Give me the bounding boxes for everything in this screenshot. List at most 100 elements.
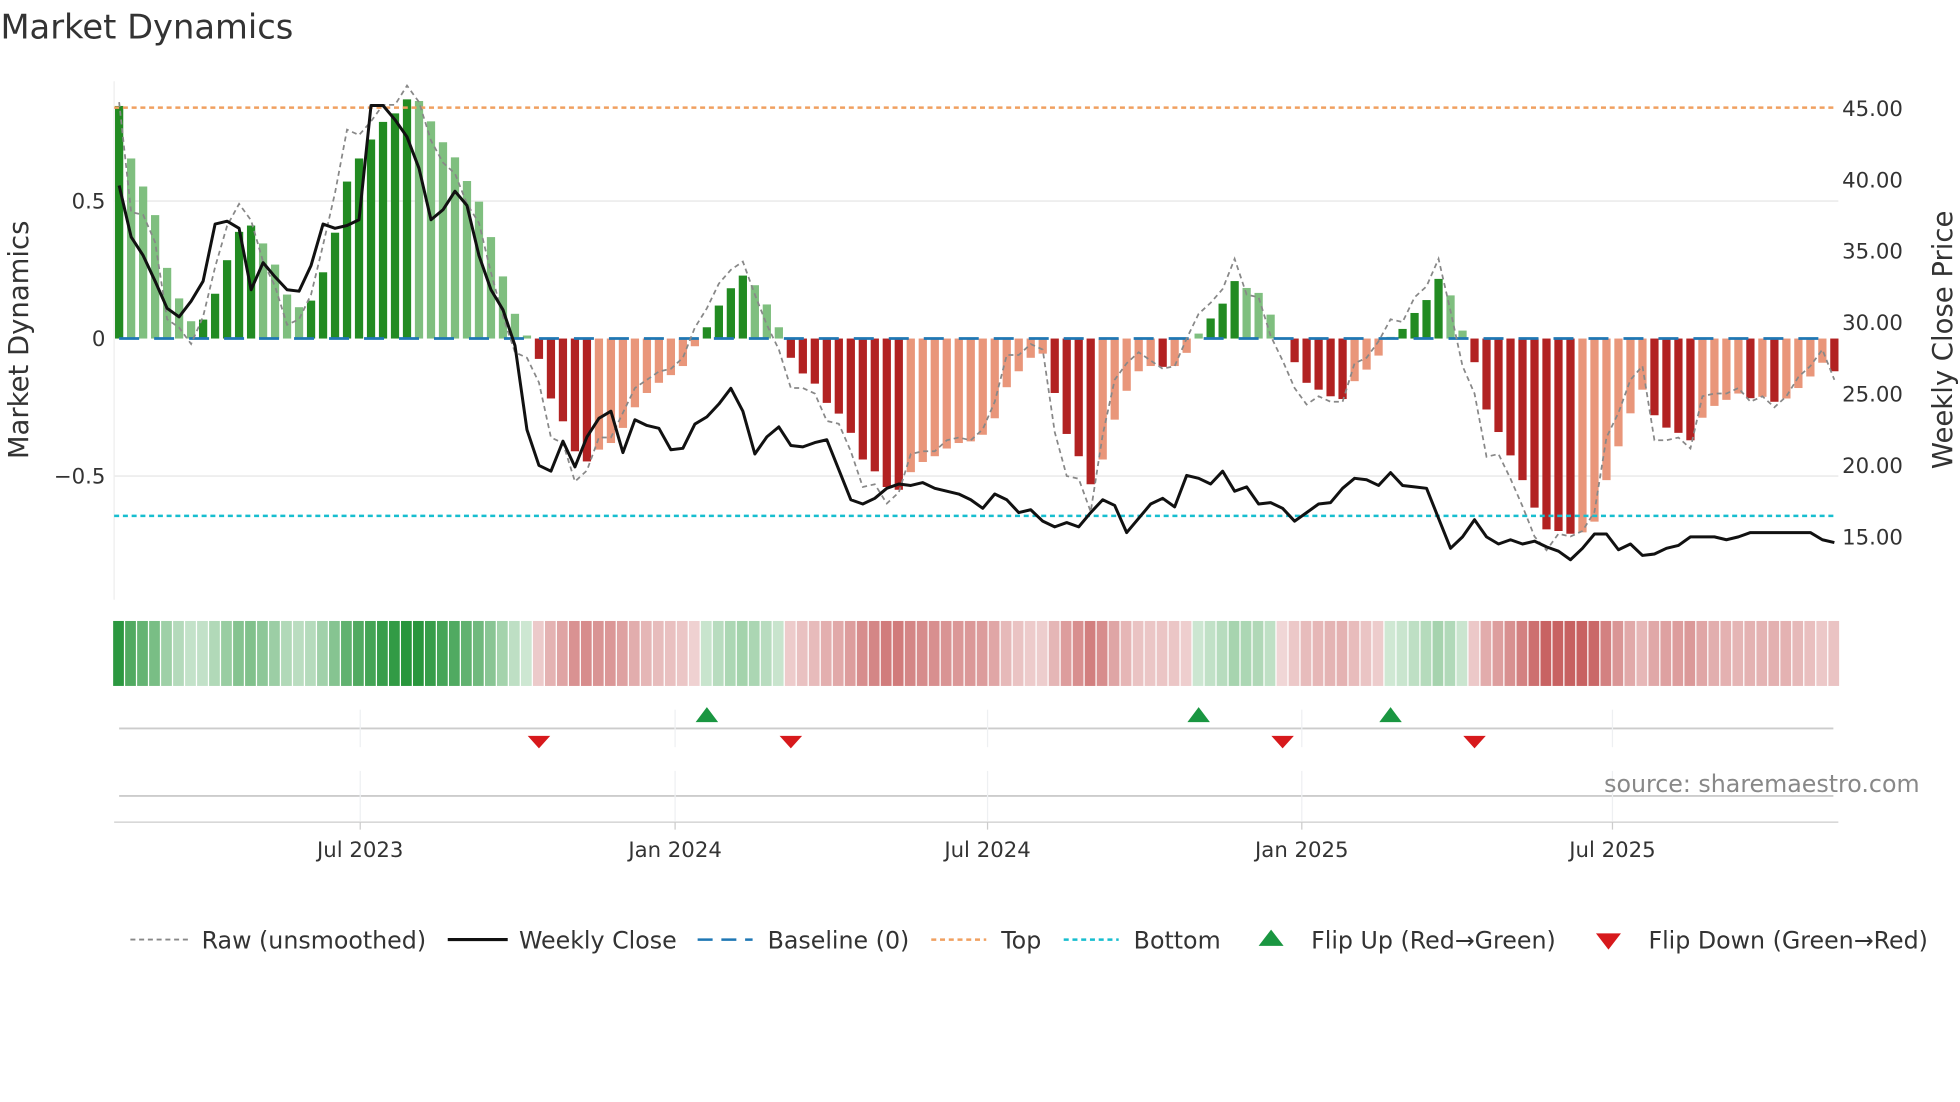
strip-cell xyxy=(640,620,652,686)
strip-cell xyxy=(1492,620,1504,686)
momentum-bar xyxy=(390,113,400,339)
momentum-bar xyxy=(1242,287,1251,339)
y2-tick-label: 25.00 xyxy=(1842,383,1903,408)
strip-cell xyxy=(257,620,268,686)
flip-down-marker xyxy=(1463,735,1486,749)
flip-down-marker xyxy=(527,735,551,749)
momentum-bar xyxy=(222,260,232,339)
momentum-bar xyxy=(1710,338,1719,406)
momentum-bar xyxy=(1170,338,1179,367)
strip-cell xyxy=(1372,620,1384,686)
y-axis-label: Market Dynamics xyxy=(3,221,35,460)
strip-cell xyxy=(1468,620,1480,686)
strip-cell xyxy=(1000,620,1012,686)
momentum-bar xyxy=(546,338,556,399)
momentum-bar xyxy=(414,101,424,339)
momentum-bar xyxy=(342,181,352,339)
strip-cell xyxy=(1276,620,1288,686)
strip-cell xyxy=(508,620,520,686)
strip-cell xyxy=(137,620,148,686)
momentum-bar xyxy=(1806,338,1815,377)
strip-cell xyxy=(1216,620,1228,686)
momentum-bar xyxy=(258,243,268,339)
strip-cell xyxy=(904,620,916,686)
legend: Raw (unsmoothed) Weekly Close Baseline (… xyxy=(130,926,1928,954)
y2-tick-label: 35.00 xyxy=(1842,240,1903,265)
strip-cell xyxy=(1780,620,1792,686)
strip-cell xyxy=(425,620,436,686)
momentum-bar xyxy=(654,338,664,383)
momentum-bar xyxy=(366,139,376,339)
strip-cell xyxy=(976,620,988,686)
strip-cell xyxy=(1168,620,1180,686)
strip-cell xyxy=(748,620,760,686)
strip-cell xyxy=(832,620,844,686)
strip-cell xyxy=(592,620,604,686)
momentum-bar xyxy=(942,338,951,449)
momentum-bar xyxy=(642,338,652,393)
strip-cell xyxy=(1732,620,1744,686)
momentum-bar xyxy=(1062,338,1071,434)
strip-cell xyxy=(1204,620,1216,686)
strip-cell xyxy=(1144,620,1156,686)
strip-cell xyxy=(784,620,796,686)
strip-cell xyxy=(988,620,1000,686)
strip-cell xyxy=(377,620,388,686)
momentum-bar xyxy=(1614,338,1623,447)
momentum-bar xyxy=(1782,338,1791,399)
strip-cell xyxy=(1672,620,1684,686)
strip-cell xyxy=(1552,620,1564,686)
strip-cell xyxy=(472,620,484,686)
strip-cell xyxy=(952,620,964,686)
strip-cell xyxy=(1036,620,1048,686)
momentum-bar xyxy=(1494,338,1503,433)
y-tick-label: −0.5 xyxy=(54,465,106,490)
flip-up-marker xyxy=(1187,707,1210,723)
strip-cell xyxy=(353,620,364,686)
legend-label: Raw (unsmoothed) xyxy=(202,926,426,954)
strip-cell xyxy=(688,620,700,686)
strip-cell xyxy=(568,620,580,686)
strip-cell xyxy=(772,620,784,686)
strip-cell xyxy=(1312,620,1324,686)
legend-item-top: Top xyxy=(931,926,1041,954)
flip-up-marker xyxy=(695,707,719,723)
strip-cell xyxy=(1336,620,1348,686)
strip-cell xyxy=(1444,620,1456,686)
momentum-bar xyxy=(1506,338,1515,456)
momentum-bar xyxy=(210,293,220,339)
momentum-bar xyxy=(522,335,532,339)
strip-cell xyxy=(880,620,892,686)
momentum-bar xyxy=(1578,338,1587,533)
strip-cell xyxy=(341,620,352,686)
strip-cell xyxy=(1324,620,1336,686)
momentum-bar xyxy=(1158,338,1167,367)
x-tick-label: Jul 2024 xyxy=(942,838,1030,863)
strip-cell xyxy=(1084,620,1096,686)
momentum-bar xyxy=(1050,338,1059,393)
strip-cell xyxy=(1792,620,1804,686)
momentum-bar xyxy=(594,338,604,450)
momentum-bar xyxy=(127,158,136,339)
y-tick-label: 0 xyxy=(92,327,106,352)
momentum-bar xyxy=(1074,338,1083,457)
strip-cell xyxy=(1768,620,1780,686)
strip-cell xyxy=(1540,620,1552,686)
strip-cell xyxy=(676,620,688,686)
momentum-bar xyxy=(822,338,831,403)
strip-cell xyxy=(532,620,544,686)
y2-tick-label: 40.00 xyxy=(1842,168,1903,193)
momentum-bar xyxy=(798,338,807,374)
strip-cell xyxy=(808,620,820,686)
strip-cell xyxy=(544,620,556,686)
strip-cell xyxy=(281,620,292,686)
momentum-bar xyxy=(1362,338,1371,370)
strip-cell xyxy=(1348,620,1360,686)
strip-cell xyxy=(652,620,664,686)
legend-item-flip-down: Flip Down (Green→Red) xyxy=(1595,926,1928,954)
strip-cell xyxy=(940,620,952,686)
momentum-bar xyxy=(1086,338,1095,485)
strip-cell xyxy=(1012,620,1024,686)
strip-cell xyxy=(365,620,376,686)
momentum-bar xyxy=(570,338,580,452)
